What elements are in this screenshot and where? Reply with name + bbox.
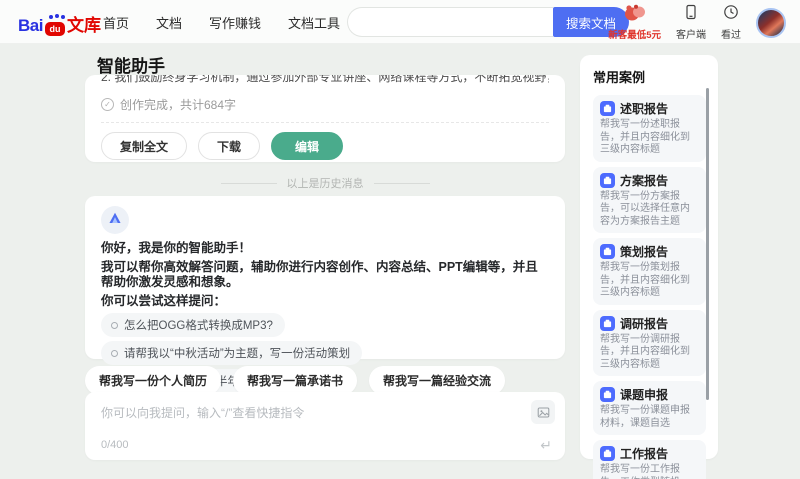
nav-item-docs[interactable]: 文档 bbox=[156, 13, 182, 32]
case-doc-icon bbox=[600, 387, 615, 402]
nav-item-home[interactable]: 首页 bbox=[103, 13, 129, 32]
wenku-assistant-logo-icon bbox=[108, 211, 122, 230]
common-cases-title: 常用案例 bbox=[593, 70, 646, 85]
top-navbar: Bai du 文库 首页 文档 写作赚钱 文档工具 更多 搜索文档 新客最低5 bbox=[0, 0, 800, 44]
baidu-wenku-logo[interactable]: Bai du 文库 bbox=[18, 11, 101, 36]
suggestion-midautumn-plan[interactable]: 请帮我以“中秋活动”为主题，写一份活动策划 bbox=[101, 341, 363, 365]
case-item-proposal-report[interactable]: 方案报告 帮我写一份方案报告，可以选择任意内容为方案报告主题 bbox=[593, 166, 706, 233]
phone-icon bbox=[683, 4, 699, 25]
copy-full-text-button[interactable]: 复制全文 bbox=[101, 132, 188, 160]
creation-status: ✓ 创作完成，共计684字 bbox=[101, 96, 549, 113]
case-doc-icon bbox=[600, 101, 615, 116]
history-divider: 以上是历史消息 bbox=[85, 175, 565, 191]
result-actions: 复制全文 下载 编辑 bbox=[101, 132, 549, 160]
check-circle-icon: ✓ bbox=[101, 98, 114, 111]
download-button[interactable]: 下载 bbox=[198, 132, 261, 160]
case-doc-icon bbox=[600, 244, 615, 259]
image-upload-button[interactable] bbox=[531, 400, 555, 424]
promo-mascot-icon bbox=[623, 4, 647, 26]
chat-input-placeholder: 你可以向我提问，输入“/”查看快捷指令 bbox=[101, 406, 305, 420]
chat-main-area: 智能助手 2. 我们鼓励终身学习机制，通过参加外部专业讲座、网络课程等方式，不断… bbox=[85, 44, 565, 479]
char-counter: 0/400 bbox=[101, 439, 129, 451]
creation-status-text: 创作完成，共计684字 bbox=[120, 98, 237, 112]
case-item-planning-report[interactable]: 策划报告 帮我写一份策划报告，并且内容细化到三级内容标题 bbox=[593, 238, 706, 305]
case-doc-icon bbox=[600, 446, 615, 461]
bullet-icon bbox=[111, 322, 118, 329]
sidebar-scrollbar[interactable] bbox=[706, 88, 709, 400]
send-enter-icon[interactable]: ↵ bbox=[540, 437, 552, 454]
quick-prompt-row: 帮我写一份个人简历 帮我写一篇承诺书 帮我写一篇经验交流 bbox=[85, 366, 506, 395]
assistant-message-card: 你好，我是你的智能助手！ 我可以帮你高效解答问题，辅助你进行内容创作、内容总结、… bbox=[85, 196, 565, 393]
quick-prompt-resume[interactable]: 帮我写一份个人简历 bbox=[85, 366, 222, 395]
case-item-research-report[interactable]: 调研报告 帮我写一份调研报告，并且内容细化到三级内容标题 bbox=[593, 309, 706, 376]
quick-prompt-experience[interactable]: 帮我写一篇经验交流 bbox=[369, 366, 506, 395]
case-item-debriefing-report[interactable]: 述职报告 帮我写一份述职报告，并且内容细化到三级内容标题 bbox=[593, 95, 706, 162]
assistant-greeting: 你好，我是你的智能助手！ bbox=[101, 241, 252, 255]
edit-button[interactable]: 编辑 bbox=[271, 132, 344, 160]
logo-text-bai: Bai bbox=[18, 16, 43, 35]
promo-label: 新客最低5元 bbox=[608, 30, 661, 41]
baidu-paw-icon: du bbox=[44, 15, 65, 36]
history-doc-text: 2. 我们鼓励终身学习机制，通过参加外部专业讲座、网络课程等方式，不断拓宽视野，… bbox=[101, 75, 549, 84]
viewed-history-entry[interactable]: 看过 bbox=[721, 4, 741, 41]
assistant-hint: 你可以尝试这样提问： bbox=[101, 294, 227, 308]
case-doc-icon bbox=[600, 172, 615, 188]
dashed-separator bbox=[101, 122, 549, 123]
case-item-project-application[interactable]: 课题申报 帮我写一份课题申报材料，课题自选 bbox=[593, 381, 706, 435]
client-label: 客户端 bbox=[676, 30, 706, 41]
user-avatar[interactable] bbox=[756, 7, 786, 38]
bullet-icon bbox=[111, 350, 118, 357]
new-user-promo[interactable]: 新客最低5元 bbox=[608, 4, 661, 41]
header-actions: 新客最低5元 客户端 看过 bbox=[608, 4, 786, 41]
divider-line-left bbox=[220, 182, 277, 184]
page-title: 智能助手 bbox=[97, 57, 165, 76]
divider-line-right bbox=[373, 182, 430, 184]
chat-input-box[interactable]: 你可以向我提问，输入“/”查看快捷指令 0/400 ↵ bbox=[85, 392, 565, 460]
search-input[interactable] bbox=[347, 7, 553, 37]
case-doc-icon bbox=[600, 315, 615, 331]
clock-icon bbox=[723, 4, 739, 25]
quick-prompt-commitment[interactable]: 帮我写一篇承诺书 bbox=[233, 366, 358, 395]
history-result-card: 2. 我们鼓励终身学习机制，通过参加外部专业讲座、网络课程等方式，不断拓宽视野，… bbox=[85, 75, 565, 162]
assistant-avatar bbox=[101, 206, 129, 234]
search-bar: 搜索文档 bbox=[347, 7, 630, 37]
nav-item-write-earn[interactable]: 写作赚钱 bbox=[209, 13, 261, 32]
common-cases-panel: 常用案例 述职报告 帮我写一份述职报告，并且内容细化到三级内容标题 方案报告 帮… bbox=[580, 55, 718, 479]
case-item-work-report[interactable]: 工作报告 帮我写一份工作报告，工作类型随机 bbox=[593, 440, 706, 479]
viewed-label: 看过 bbox=[721, 30, 741, 41]
assistant-intro: 我可以帮你高效解答问题，辅助你进行内容创作、内容总结、PPT编辑等，并且帮助你激… bbox=[101, 260, 538, 289]
suggestion-ogg-to-mp3[interactable]: 怎么把OGG格式转换成MP3? bbox=[101, 313, 285, 337]
client-app-entry[interactable]: 客户端 bbox=[676, 4, 706, 41]
divider-text: 以上是历史消息 bbox=[286, 178, 364, 190]
logo-text-wenku: 文库 bbox=[66, 16, 101, 35]
nav-item-doc-tools[interactable]: 文档工具 bbox=[288, 13, 340, 32]
